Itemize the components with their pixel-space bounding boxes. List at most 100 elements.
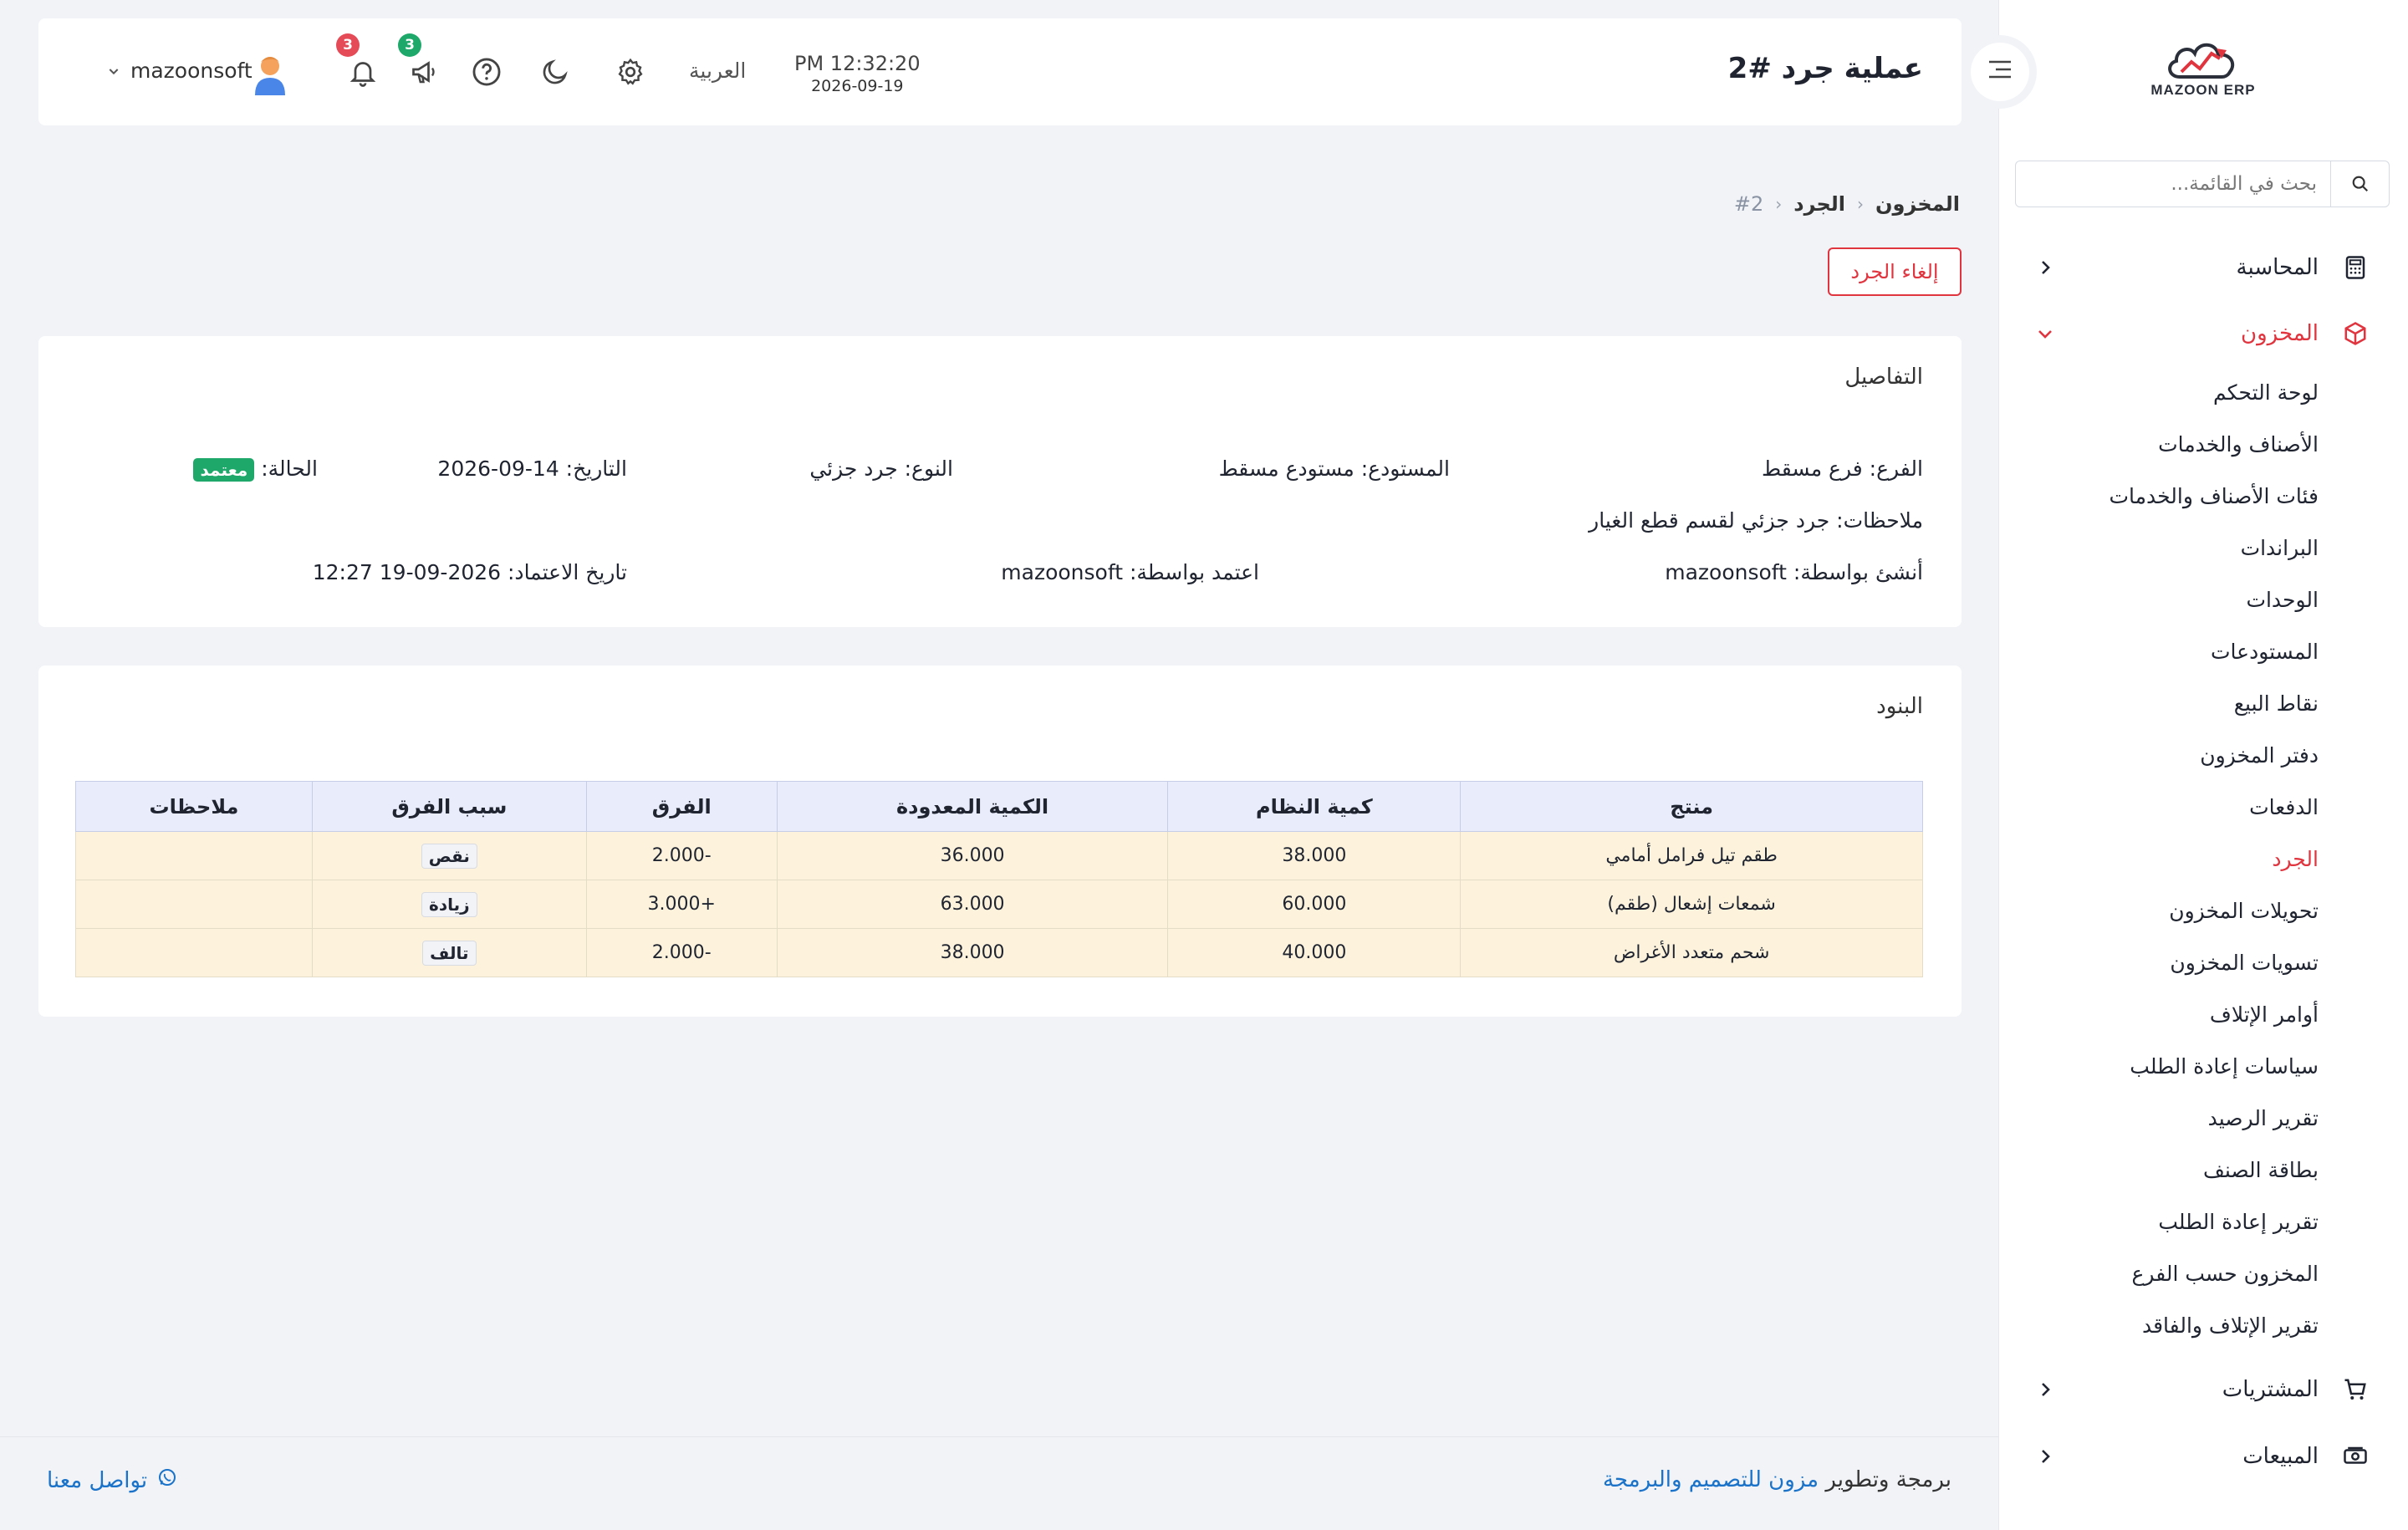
- sidebar-group-label: المخزون: [2241, 321, 2319, 346]
- sidebar-item-brands[interactable]: البراندات: [2241, 536, 2319, 560]
- logo-cloud-icon: [2168, 43, 2235, 79]
- cash-icon: [2343, 1444, 2368, 1469]
- cell-product: شمعات إشعال (طقم): [1460, 880, 1923, 929]
- breadcrumb-inventory[interactable]: المخزون: [1875, 192, 1960, 216]
- column-header: كمية النظام: [1167, 781, 1462, 832]
- column-header: ملاحظات: [75, 781, 313, 832]
- box-icon: [2343, 321, 2368, 346]
- column-header: الكمية المعدودة: [776, 781, 1169, 832]
- reason-tag: تالف: [422, 940, 477, 966]
- app-logo[interactable]: MAZOON ERP: [2149, 33, 2258, 109]
- dark-mode-moon-icon[interactable]: [537, 54, 574, 90]
- sidebar-item-item-card[interactable]: بطاقة الصنف: [2203, 1158, 2319, 1182]
- sidebar-item-stock-ledger[interactable]: دفتر المخزون: [2200, 743, 2319, 768]
- chevron-down-icon: [2035, 324, 2055, 344]
- table-row: شمعات إشعال (طقم) 60.000 63.000 +3.000 ز…: [75, 880, 1923, 929]
- contact-us-link[interactable]: تواصل معنا: [47, 1467, 177, 1493]
- sidebar-group-sales[interactable]: المبيعات: [1998, 1431, 2408, 1482]
- sidebar-item-items-services[interactable]: الأصناف والخدمات: [2158, 432, 2319, 456]
- sidebar-group-accounting[interactable]: المحاسبة: [1998, 242, 2408, 293]
- user-avatar[interactable]: [247, 52, 293, 97]
- column-header: الفرق: [585, 781, 778, 832]
- cell-counted-qty: 36.000: [776, 831, 1169, 880]
- settings-gear-icon[interactable]: [612, 54, 649, 90]
- detail-status-label: الحالة:: [261, 456, 318, 481]
- items-card: البنود منتج كمية النظام الكمية المعدودة …: [38, 666, 1962, 1017]
- cancel-stocktake-button[interactable]: إلغاء الجرد: [1828, 247, 1962, 296]
- sidebar-search-input[interactable]: [2016, 161, 2330, 207]
- clock: PM 12:32:20 2026-09-19: [794, 52, 921, 95]
- detail-approved-by: اعتمد بواسطة: mazoonsoft: [1001, 560, 1259, 584]
- notifications-bell-icon[interactable]: 3: [336, 33, 381, 90]
- sidebar-item-reorder-report[interactable]: تقرير إعادة الطلب: [2158, 1210, 2319, 1234]
- table-row: شحم متعدد الأغراض 40.000 38.000 -2.000 ت…: [75, 928, 1923, 977]
- sidebar-group-label: المشتريات: [2222, 1377, 2319, 1402]
- detail-branch: الفرع: فرع مسقط: [1762, 456, 1923, 481]
- sidebar-search: [2015, 161, 2390, 207]
- reason-tag: نقص: [421, 843, 477, 869]
- sidebar-item-reorder-policies[interactable]: سياسات إعادة الطلب: [2130, 1054, 2319, 1079]
- announcements-megaphone-icon[interactable]: 3: [398, 33, 443, 90]
- sidebar-item-units[interactable]: الوحدات: [2246, 588, 2319, 612]
- cell-counted-qty: 63.000: [776, 880, 1169, 929]
- breadcrumb: المخزون ‹ الجرد ‹ #2: [1734, 192, 1960, 216]
- column-header: منتج: [1460, 781, 1923, 832]
- sidebar-item-disposal-report[interactable]: تقرير الإتلاف والفاقد: [2142, 1313, 2319, 1338]
- status-badge: معتمد: [193, 458, 255, 482]
- reason-tag: زيادة: [421, 891, 477, 917]
- cell-system-qty: 40.000: [1167, 928, 1462, 977]
- footer: برمجة وتطوير مزون للتصميم والبرمجة تواصل…: [0, 1436, 1998, 1530]
- column-header: سبب الفرق: [311, 781, 587, 832]
- chevron-left-icon: [2035, 258, 2055, 278]
- cell-reason: تالف: [311, 928, 587, 977]
- chevron-left-icon: [2035, 1446, 2055, 1466]
- cell-reason: نقص: [311, 831, 587, 880]
- sidebar-item-dashboard[interactable]: لوحة التحكم: [2213, 380, 2319, 405]
- sidebar-item-stock-transfers[interactable]: تحويلات المخزون: [2169, 899, 2319, 923]
- sidebar-item-warehouses[interactable]: المستودعات: [2211, 640, 2319, 664]
- menu-toggle-icon: [1986, 57, 2014, 87]
- clock-time: PM 12:32:20: [794, 52, 921, 75]
- detail-date: التاريخ: 14-09-2026: [437, 456, 627, 481]
- breadcrumb-stocktake[interactable]: الجرد: [1793, 192, 1845, 216]
- cell-product: طقم تيل فرامل أمامي: [1460, 831, 1923, 880]
- cell-notes: [75, 831, 313, 880]
- footer-company-link[interactable]: مزون للتصميم والبرمجة: [1603, 1467, 1819, 1492]
- footer-credit: برمجة وتطوير مزون للتصميم والبرمجة: [1603, 1467, 1951, 1492]
- cell-system-qty: 60.000: [1167, 880, 1462, 929]
- chevron-left-icon: ‹: [1857, 194, 1865, 214]
- table-row: طقم تيل فرامل أمامي 38.000 36.000 -2.000…: [75, 831, 1923, 880]
- sidebar-item-balance-report[interactable]: تقرير الرصيد: [2208, 1106, 2319, 1130]
- cell-notes: [75, 880, 313, 929]
- cart-icon: [2343, 1377, 2368, 1402]
- chevron-left-icon: ‹: [1775, 194, 1783, 214]
- sidebar-item-stocktake[interactable]: الجرد: [2272, 847, 2319, 871]
- search-icon[interactable]: [2330, 161, 2389, 207]
- help-icon[interactable]: [468, 54, 505, 90]
- sidebar-group-inventory[interactable]: المخزون: [1998, 309, 2408, 359]
- chevron-down-icon: [107, 59, 120, 83]
- sidebar-group-label: المبيعات: [2242, 1444, 2319, 1469]
- page-title: عملية جرد #2: [1727, 52, 1923, 85]
- sidebar: MAZOON ERP المحاسبة المخزون لوحة التحكم …: [1998, 0, 2408, 1530]
- sidebar-item-pos[interactable]: نقاط البيع: [2234, 691, 2319, 716]
- sidebar-item-batches[interactable]: الدفعات: [2249, 795, 2319, 819]
- sidebar-item-stock-by-branch[interactable]: المخزون حسب الفرع: [2132, 1262, 2319, 1286]
- detail-notes: ملاحظات: جرد جزئي لقسم قطع الغيار: [1589, 508, 1923, 533]
- clock-date: 2026-09-19: [811, 77, 904, 95]
- contact-us-label: تواصل معنا: [47, 1467, 148, 1493]
- items-title: البنود: [1876, 694, 1923, 719]
- cell-difference: +3.000: [585, 880, 778, 929]
- sidebar-item-stock-adjustments[interactable]: تسويات المخزون: [2170, 951, 2319, 975]
- footer-credit-prefix: برمجة وتطوير: [1819, 1467, 1951, 1492]
- sidebar-group-purchases[interactable]: المشتريات: [1998, 1364, 2408, 1415]
- sidebar-toggle[interactable]: [1963, 35, 2037, 109]
- whatsapp-icon: [157, 1467, 177, 1493]
- cell-reason: زيادة: [311, 880, 587, 929]
- user-menu[interactable]: mazoonsoft: [107, 59, 253, 83]
- cell-system-qty: 38.000: [1167, 831, 1462, 880]
- user-name: mazoonsoft: [130, 59, 253, 83]
- sidebar-item-disposal-orders[interactable]: أوامر الإتلاف: [2210, 1002, 2319, 1027]
- language-switch[interactable]: العربية: [689, 59, 746, 83]
- sidebar-item-item-categories[interactable]: فئات الأصناف والخدمات: [2110, 484, 2319, 508]
